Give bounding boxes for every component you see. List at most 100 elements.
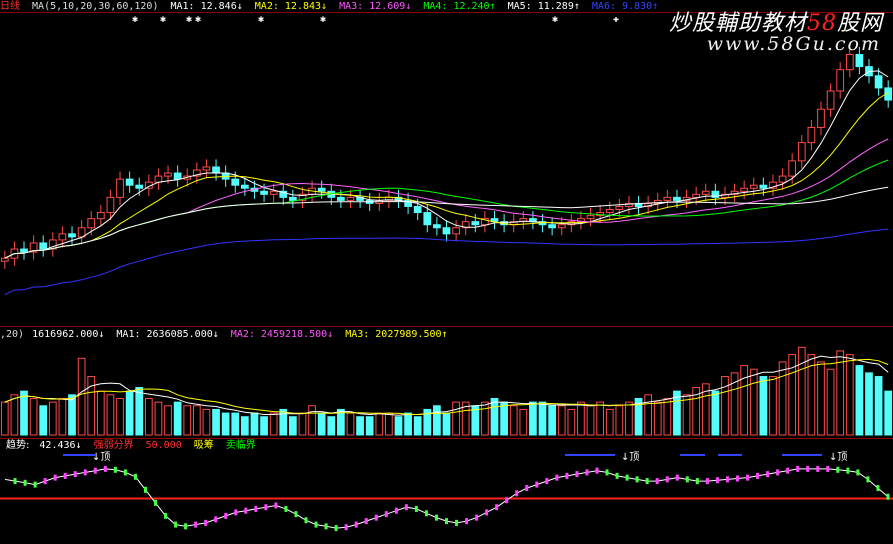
candle-body	[39, 242, 48, 250]
trend-marker	[244, 507, 248, 514]
volume-bar	[865, 372, 873, 436]
volume-value: 1616962.000↓	[32, 329, 105, 340]
trend-marker	[354, 521, 358, 528]
marker-star-icon: ✱	[195, 14, 202, 25]
marker-plus-icon: ✚	[613, 14, 620, 25]
marker-star-icon: ✱	[552, 14, 559, 25]
candle-body	[269, 190, 278, 195]
volume-bar	[346, 412, 355, 436]
trend-marker	[756, 472, 760, 479]
trend-marker	[495, 504, 499, 511]
trend-marker	[133, 473, 137, 480]
volume-bar	[596, 401, 604, 436]
volume-bar	[625, 401, 633, 436]
candle-body	[212, 166, 220, 174]
trend-marker	[143, 486, 147, 493]
volume-params: ,20)	[0, 329, 25, 340]
volume-bar	[759, 376, 768, 436]
top-marker-2: ↓顶	[621, 452, 640, 463]
volume-bar	[538, 401, 547, 436]
volume-bar	[231, 412, 240, 436]
trend-marker	[23, 479, 27, 486]
candle-body	[740, 187, 749, 192]
volume-bar	[212, 408, 220, 436]
volume-bar	[490, 397, 499, 436]
volume-bar	[240, 416, 249, 436]
trend-marker	[63, 472, 67, 479]
volume-bar	[356, 416, 364, 436]
volume-bar	[500, 401, 508, 436]
volume-bar	[0, 401, 9, 436]
volume-bar	[797, 346, 806, 436]
volume-bar	[845, 354, 854, 436]
trend-marker	[806, 465, 810, 472]
trend-marker	[455, 519, 459, 526]
candle-body	[173, 172, 182, 180]
volume-bar	[308, 405, 316, 436]
volume-bar	[317, 412, 326, 436]
volume-bar	[39, 405, 48, 436]
volume-bar	[29, 397, 38, 436]
volume-bar	[855, 365, 864, 436]
candle-body	[0, 257, 9, 262]
volume-bar	[433, 405, 441, 436]
trend-marker	[344, 524, 348, 531]
candle-body	[58, 233, 67, 241]
trend-marker	[746, 474, 750, 481]
candle-body	[615, 205, 624, 211]
volume-bar	[509, 405, 518, 436]
volume-bar	[289, 416, 297, 436]
candle-body	[337, 196, 345, 201]
ma3-value: MA3: 12.609↓	[339, 1, 412, 12]
volume-bar	[884, 390, 893, 436]
trend-marker	[274, 502, 278, 509]
trend-marker	[103, 465, 107, 472]
trend-marker	[93, 467, 97, 474]
trend-marker	[33, 481, 37, 488]
candle-body	[116, 178, 124, 198]
volume-bar	[567, 408, 576, 436]
volume-bar	[817, 361, 825, 436]
trend-marker	[154, 499, 158, 506]
trend-marker	[565, 472, 569, 479]
ma5-value: MA5: 11.289↑	[507, 1, 580, 12]
volume-panel	[0, 346, 893, 436]
strength-label: 强弱分界	[93, 440, 134, 451]
strength-value: 50.000	[145, 440, 182, 451]
trend-marker	[555, 474, 559, 481]
trend-marker	[324, 523, 328, 530]
candle-body	[346, 196, 355, 201]
sell-threshold-label: 卖临界	[225, 440, 256, 451]
trend-marker	[776, 469, 780, 476]
indicator-header: 趋势: 42.436↓ 强弱分界 50.000 吸筹 卖临界	[6, 440, 262, 452]
period-label[interactable]: 日线	[0, 1, 20, 12]
volume-bar	[48, 401, 57, 436]
volume-bar	[653, 401, 662, 436]
volume-bar	[413, 416, 422, 436]
volume-bar	[375, 412, 384, 436]
trend-marker	[254, 505, 258, 512]
marker-star-icon: ✱	[132, 14, 139, 25]
volume-bar	[20, 390, 28, 436]
trend-marker	[715, 477, 719, 484]
volume-bar	[836, 350, 845, 436]
trend-marker	[725, 476, 729, 483]
candle-body	[68, 233, 76, 238]
ma1-value: MA1: 12.846↓	[170, 1, 243, 12]
price-volume-indicator-chart[interactable]	[0, 0, 893, 544]
trend-marker	[445, 518, 448, 525]
volume-bar	[96, 390, 105, 436]
ma2-value: MA2: 12.843↓	[254, 1, 328, 12]
volume-bar	[173, 401, 182, 436]
price-header: 日线 MA(5,10,20,30,60,120) MA1: 12.846↓ MA…	[0, 1, 664, 13]
trend-marker	[434, 514, 438, 521]
ma4-value: MA4: 12.240↑	[423, 1, 496, 12]
candle-body	[855, 53, 864, 68]
trend-marker	[615, 472, 619, 479]
volume-bar	[10, 394, 19, 436]
volume-bar	[164, 405, 172, 436]
trend-marker	[224, 512, 228, 519]
candle-body	[605, 209, 614, 214]
candle-body	[106, 196, 115, 214]
ma6-value: MA6: 9.830↑	[591, 1, 659, 12]
